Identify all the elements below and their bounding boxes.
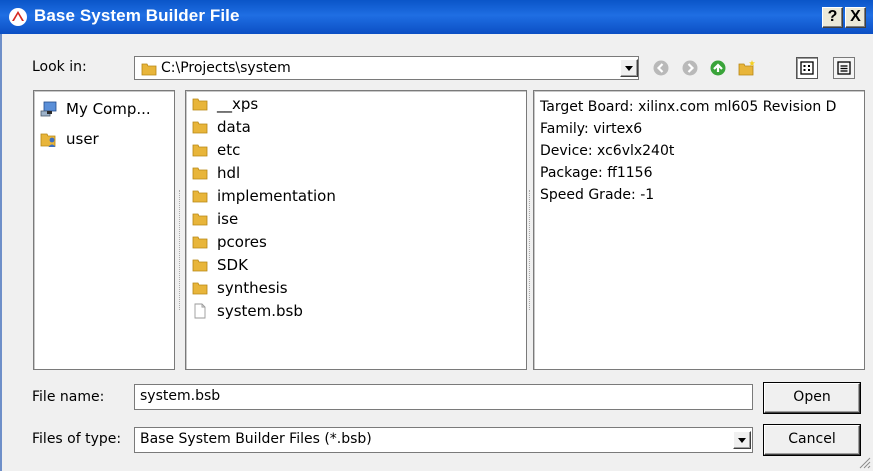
file-item[interactable]: __xps — [191, 94, 258, 114]
look-in-combo[interactable]: C:\Projects\system — [134, 56, 639, 80]
close-button[interactable]: X — [845, 7, 866, 28]
folder-icon — [191, 95, 209, 113]
new-folder-icon[interactable] — [738, 59, 756, 77]
folder-icon — [191, 256, 209, 274]
file-name-input[interactable]: system.bsb — [134, 384, 753, 410]
window-title: Base System Builder File — [34, 6, 240, 25]
folder-icon — [191, 279, 209, 297]
place-user[interactable]: user — [40, 129, 99, 149]
open-button[interactable]: Open — [764, 383, 860, 413]
app-logo-icon — [9, 8, 27, 26]
file-type-dropdown-button[interactable] — [733, 431, 751, 449]
file-item[interactable]: pcores — [191, 232, 267, 252]
file-name: __xps — [217, 95, 259, 113]
info-pane: Target Board: xilinx.com ml605 Revision … — [533, 90, 865, 370]
file-name: hdl — [217, 164, 241, 182]
info-package: Package: ff1156 — [540, 165, 653, 181]
file-name: pcores — [217, 233, 267, 251]
file-name: etc — [217, 141, 241, 159]
file-name: ise — [217, 210, 239, 228]
info-device: Device: xc6vlx240t — [540, 143, 675, 159]
title-bar: Base System Builder File ? X — [0, 0, 873, 34]
folder-icon — [191, 187, 209, 205]
file-item[interactable]: implementation — [191, 186, 336, 206]
details-view-icon — [837, 61, 851, 75]
file-item[interactable]: data — [191, 117, 251, 137]
look-in-path: C:\Projects\system — [161, 60, 291, 76]
file-name: system.bsb — [217, 302, 303, 320]
folder-icon — [191, 118, 209, 136]
help-button[interactable]: ? — [822, 7, 843, 28]
file-item[interactable]: hdl — [191, 163, 240, 183]
file-type-select[interactable]: Base System Builder Files (*.bsb) — [134, 427, 753, 453]
user-folder-icon — [40, 130, 58, 148]
look-in-label: Look in: — [32, 59, 87, 75]
file-name: data — [217, 118, 251, 136]
back-icon[interactable] — [652, 59, 670, 77]
file-type-value: Base System Builder Files (*.bsb) — [140, 431, 372, 447]
folder-icon — [191, 141, 209, 159]
cancel-button[interactable]: Cancel — [764, 425, 860, 455]
file-name: synthesis — [217, 279, 288, 297]
file-item[interactable]: SDK — [191, 255, 248, 275]
computer-icon — [40, 100, 58, 118]
file-list-pane: __xps data etc hdl implementation ise pc… — [185, 90, 527, 370]
info-family: Family: virtex6 — [540, 121, 643, 137]
file-type-label: Files of type: — [32, 431, 122, 447]
info-target-board: Target Board: xilinx.com ml605 Revision … — [540, 99, 837, 115]
folder-icon — [191, 233, 209, 251]
place-label: My Comp... — [66, 100, 151, 118]
details-view-button[interactable] — [833, 57, 855, 79]
up-folder-icon[interactable] — [709, 59, 727, 77]
info-speed-grade: Speed Grade: -1 — [540, 187, 655, 203]
file-name: SDK — [217, 256, 248, 274]
look-in-dropdown-button[interactable] — [620, 59, 638, 77]
forward-icon[interactable] — [681, 59, 699, 77]
resize-grip-icon[interactable] — [857, 455, 871, 469]
list-view-button[interactable] — [796, 57, 818, 79]
folder-icon — [141, 63, 157, 76]
file-item[interactable]: ise — [191, 209, 238, 229]
file-name: implementation — [217, 187, 336, 205]
place-my-computer[interactable]: My Comp... — [40, 99, 151, 119]
folder-icon — [191, 164, 209, 182]
file-name-label: File name: — [32, 389, 105, 405]
folder-icon — [191, 210, 209, 228]
splitter-left[interactable] — [177, 90, 183, 370]
list-view-icon — [800, 61, 814, 75]
place-label: user — [66, 130, 99, 148]
places-pane: My Comp... user — [33, 90, 175, 370]
file-item[interactable]: synthesis — [191, 278, 288, 298]
file-item[interactable]: system.bsb — [191, 301, 303, 321]
file-item[interactable]: etc — [191, 140, 240, 160]
file-icon — [191, 302, 209, 320]
